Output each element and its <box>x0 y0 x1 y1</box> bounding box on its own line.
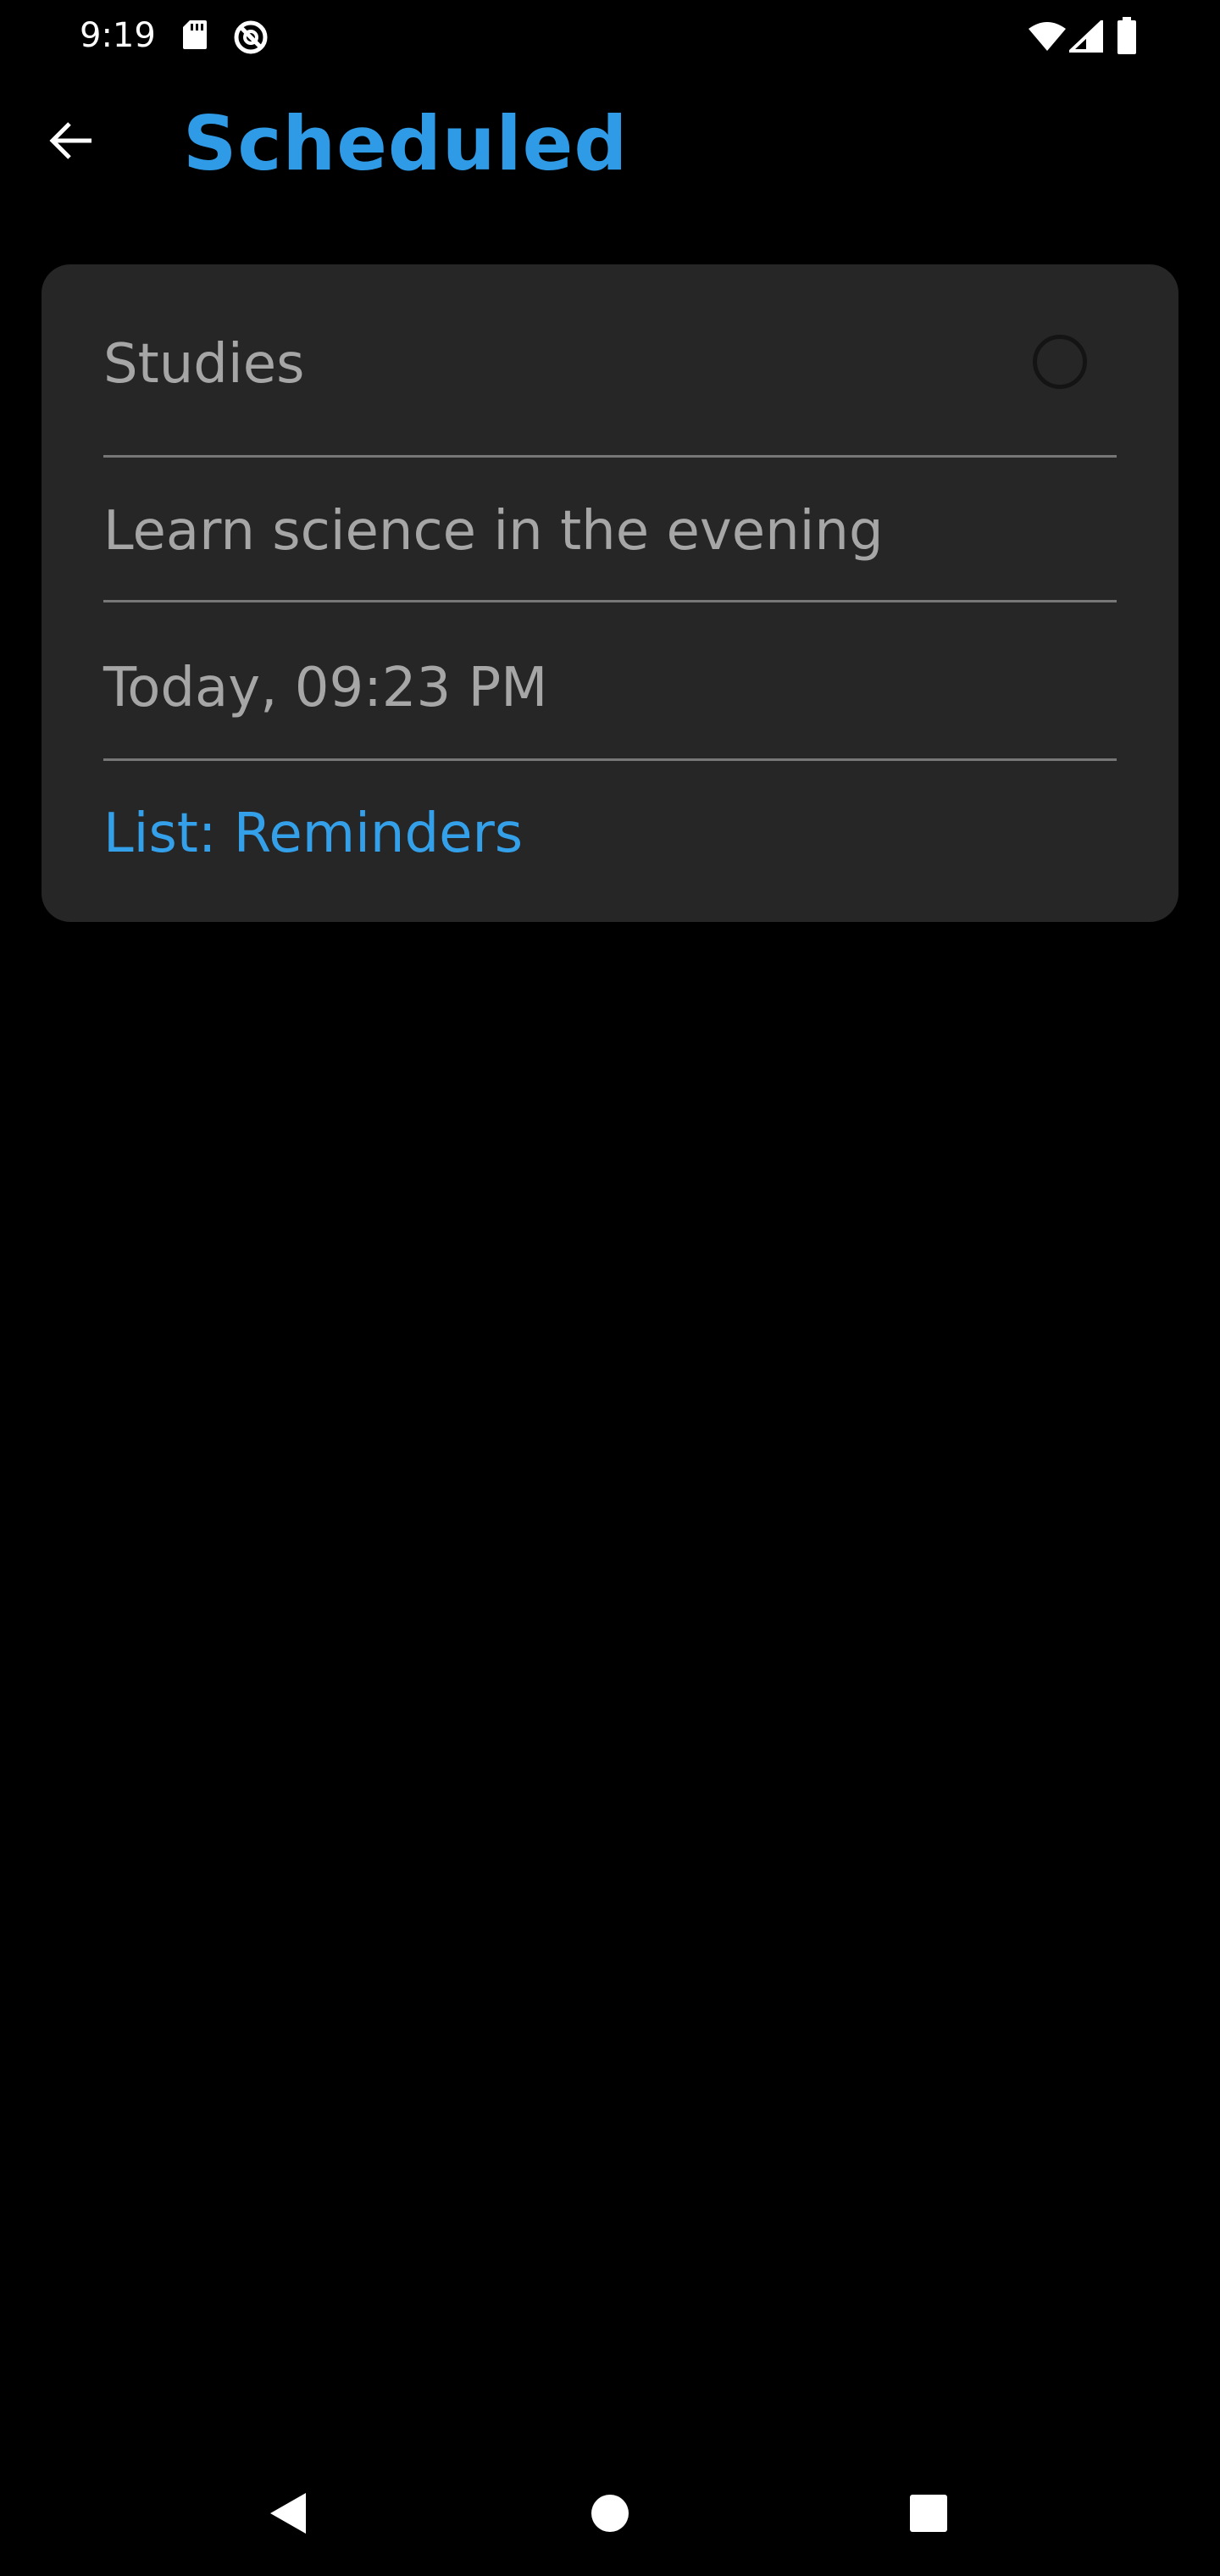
nav-recents-icon <box>909 2494 948 2536</box>
complete-toggle[interactable] <box>1033 335 1087 389</box>
back-button[interactable] <box>37 108 105 176</box>
scheduled-screen: 9:19 Scheduled Studies Learn science in … <box>0 0 1220 2576</box>
nav-recents-button[interactable] <box>895 2481 962 2549</box>
navigation-bar <box>0 2457 1220 2576</box>
nav-home-button[interactable] <box>576 2481 644 2549</box>
nav-home-icon <box>591 2494 629 2536</box>
reminder-list-link[interactable]: List: Reminders <box>103 800 1117 868</box>
signal-icon <box>1066 18 1103 56</box>
status-time: 9:19 <box>80 16 156 55</box>
nav-back-button[interactable] <box>254 2481 322 2549</box>
reminder-title[interactable]: Studies <box>103 330 1117 398</box>
sd-card-icon <box>181 19 208 54</box>
nav-back-icon <box>267 2491 309 2539</box>
reminder-due-date[interactable]: Today, 09:23 PM <box>103 654 1117 722</box>
data-saver-icon <box>232 19 269 59</box>
page-title: Scheduled <box>183 100 629 187</box>
status-bar: 9:19 <box>0 0 1220 71</box>
reminder-notes[interactable]: Learn science in the evening <box>103 497 1117 565</box>
app-bar: Scheduled <box>0 85 1220 203</box>
divider <box>103 600 1117 602</box>
divider <box>103 455 1117 458</box>
battery-icon <box>1117 17 1137 58</box>
arrow-back-icon <box>49 121 93 164</box>
wifi-icon <box>1027 20 1068 56</box>
reminder-card[interactable]: Studies Learn science in the evening Tod… <box>42 264 1178 922</box>
divider <box>103 758 1117 761</box>
